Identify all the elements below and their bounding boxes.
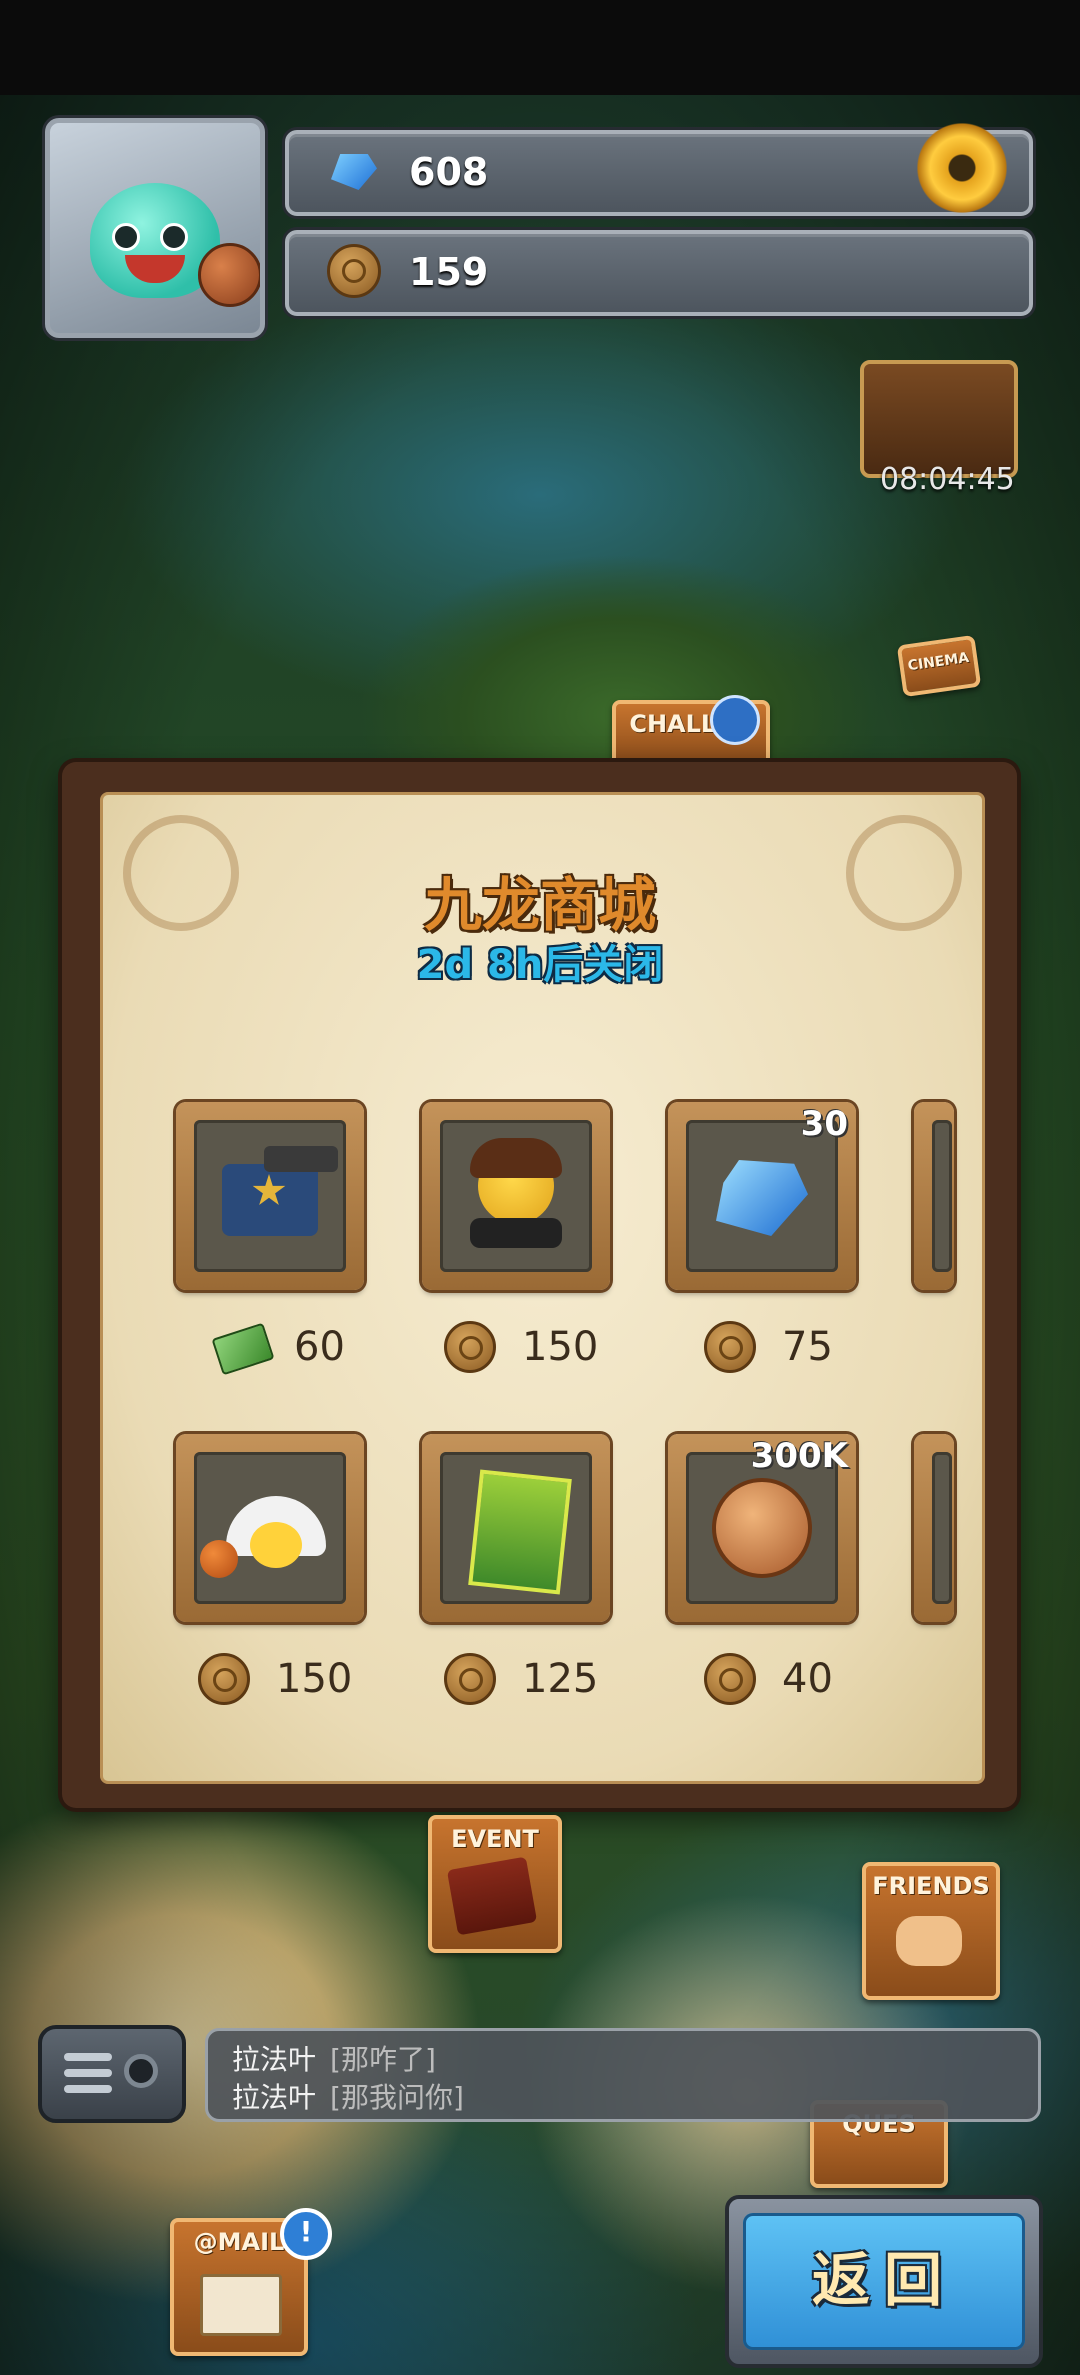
chest-timer: 08:04:45	[880, 462, 1015, 497]
notification-badge-icon: !	[280, 2208, 332, 2260]
coin-icon	[444, 1653, 496, 1705]
avatar-mouth	[125, 255, 185, 283]
chat-sender: 拉法叶	[232, 2043, 317, 2076]
shop-closing-timer: 2d 8h后关闭	[416, 942, 664, 988]
price-value: 40	[782, 1656, 833, 1702]
shop-item-bronze-coins[interactable]: 300K	[668, 1434, 856, 1622]
chat-line: 拉法叶 [那我问你]	[232, 2076, 464, 2116]
shop-item-gems[interactable]: 30	[668, 1102, 856, 1290]
chat-line: 拉法叶 [那咋了]	[232, 2038, 436, 2078]
handshake-icon	[896, 1916, 962, 1966]
shop-item-partial[interactable]	[914, 1102, 954, 1290]
cinema-label: CINEMA	[906, 649, 971, 675]
price-value: 60	[294, 1324, 345, 1370]
chat-icon-line	[64, 2085, 112, 2093]
envelope-icon	[200, 2274, 282, 2336]
coins-bar[interactable]: 159	[285, 230, 1033, 316]
friends-label: FRIENDS	[872, 1872, 990, 1900]
chat-icon-line	[64, 2053, 112, 2061]
settings-gear-icon[interactable]	[912, 118, 1012, 218]
avatar-eye-right	[160, 223, 188, 251]
rocker-chick-costume-icon	[440, 1120, 592, 1272]
shop-title: 九龙商城	[423, 871, 656, 939]
price-value: 125	[522, 1656, 599, 1702]
discovery-magazine-icon	[440, 1452, 592, 1604]
price-value: 150	[276, 1656, 353, 1702]
coin-icon	[444, 1321, 496, 1373]
coin-icon	[327, 244, 381, 298]
player-avatar[interactable]	[45, 118, 265, 338]
chat-icon-line	[64, 2069, 112, 2077]
price-value: 75	[782, 1324, 833, 1370]
coin-icon	[198, 1653, 250, 1705]
friends-sign[interactable]: FRIENDS	[862, 1862, 1000, 2000]
basketball-chick-icon	[194, 1452, 346, 1604]
shop-item-magazine[interactable]	[422, 1434, 610, 1622]
coin-icon	[704, 1653, 756, 1705]
police-badge-gun-icon	[194, 1120, 346, 1272]
shop-item-rocker-costume[interactable]	[422, 1102, 610, 1290]
chat-preview[interactable]: 拉法叶 [那咋了] 拉法叶 [那我问你]	[205, 2028, 1041, 2122]
event-label: EVENT	[451, 1825, 539, 1853]
event-sign[interactable]: EVENT	[428, 1815, 562, 1953]
radio-icon	[124, 2054, 158, 2088]
chat-message: [那我问你]	[330, 2081, 464, 2114]
cinema-sign[interactable]: CINEMA	[896, 634, 982, 698]
gem-icon	[331, 154, 377, 190]
basketball-icon	[198, 243, 260, 307]
item-quantity: 300K	[750, 1436, 848, 1476]
chat-sender: 拉法叶	[232, 2081, 317, 2114]
gems-value: 608	[409, 150, 489, 194]
lock-icon	[710, 695, 760, 745]
books-icon	[446, 1856, 538, 1936]
coin-icon	[704, 1321, 756, 1373]
coins-value: 159	[409, 250, 489, 294]
item-quantity: 30	[800, 1104, 848, 1144]
partial-slot-inner	[932, 1120, 952, 1272]
chat-button[interactable]	[38, 2025, 186, 2123]
shop-item-basketball-chick[interactable]	[176, 1434, 364, 1622]
price-value: 150	[522, 1324, 599, 1370]
partial-slot-inner	[932, 1452, 952, 1604]
chat-message: [那咋了]	[330, 2043, 436, 2076]
shop-item-partial[interactable]	[914, 1434, 954, 1622]
treasure-chest-icon[interactable]	[860, 360, 1018, 478]
back-button[interactable]: 返回	[725, 2195, 1043, 2368]
shop-item-police-kit[interactable]	[176, 1102, 364, 1290]
back-button-label: 返回	[811, 2246, 956, 2314]
avatar-eye-left	[112, 223, 140, 251]
